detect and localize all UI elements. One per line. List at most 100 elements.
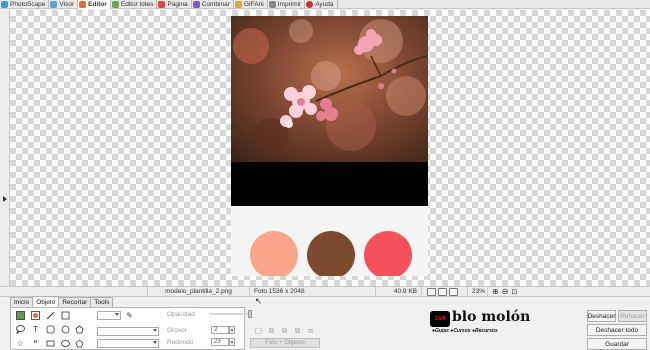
tab-page[interactable]: Página	[157, 0, 192, 9]
logo-mark: ZAN	[430, 311, 450, 327]
status-dimensions: Foto 1536 x 2048	[250, 286, 376, 297]
group-icon[interactable]: ⧈	[306, 326, 315, 335]
undo-button[interactable]: Deshacer	[587, 310, 616, 322]
tab-label: Editor lotes	[120, 0, 154, 8]
undo-all-button[interactable]: Deshacer todo	[587, 324, 647, 336]
rounded-rect-tool-icon[interactable]	[46, 325, 55, 334]
arrow-style-dropdown[interactable]	[97, 339, 159, 348]
zoom-menu-icon[interactable]: ⊡	[511, 288, 517, 296]
panel-tabs: Inicio Objeto Recortar Tools	[10, 296, 114, 307]
rounded-label: Redondo	[167, 339, 194, 346]
black-band	[231, 162, 428, 206]
opacity-slider-track[interactable]	[209, 313, 251, 315]
dropdown-arrow-icon	[115, 313, 119, 316]
polygon-tool-icon[interactable]	[75, 325, 84, 334]
photoscape-icon	[1, 0, 8, 8]
send-back-icon[interactable]: ⧉	[293, 326, 302, 335]
batch-editor-icon	[111, 0, 119, 8]
object-tools-panel: T ☆ “ ✎ Opacidad Grosor 2 ▴ Redondo 23 ▴	[10, 307, 252, 350]
rounded-stepper[interactable]: ▴	[229, 338, 235, 346]
brand-logo: ZAN blo molón ●Guías ●Cursos ●Recursos	[430, 309, 540, 341]
blossom-photo	[231, 16, 428, 162]
tab-help[interactable]: Ayuda	[305, 0, 338, 9]
zoom-out-icon[interactable]: ⊖	[502, 287, 509, 296]
thickness-label: Grosor	[167, 327, 187, 334]
fit-screen-icon[interactable]	[449, 287, 458, 296]
ellipse-tool-icon[interactable]	[61, 339, 70, 348]
help-icon	[306, 0, 314, 8]
dropdown-arrow-icon	[153, 329, 157, 332]
zoom-controls: ⊕ ⊖ ⊡	[488, 287, 521, 297]
edited-image[interactable]	[231, 16, 428, 276]
tab-label: GIFAni	[243, 0, 264, 8]
status-filesize: 40.9 KB	[376, 286, 422, 297]
rectangle-tool-icon[interactable]	[61, 311, 70, 320]
bring-front-icon[interactable]: ⧉	[280, 326, 289, 335]
tab-label: Combinar	[201, 0, 230, 8]
line-tool-icon[interactable]	[46, 311, 55, 320]
viewer-icon	[50, 0, 58, 8]
dropdown-arrow-icon	[153, 341, 157, 344]
zoom-in-icon[interactable]: ⊕	[492, 287, 499, 296]
thickness-input[interactable]: 2	[211, 326, 229, 334]
tab-viewer[interactable]: Visor	[49, 0, 79, 9]
opacity-label: Opacidad	[167, 311, 195, 318]
tab-tools[interactable]: Tools	[90, 297, 114, 307]
swatch-brown	[307, 231, 355, 276]
text-tool-icon[interactable]: T	[31, 325, 40, 334]
tab-label: Visor	[59, 0, 75, 8]
expand-arrow-icon	[3, 196, 7, 202]
tab-editor[interactable]: Editor	[78, 0, 111, 9]
status-zoom: 23%	[468, 286, 488, 297]
quote-tool-icon[interactable]: “	[31, 339, 40, 348]
tab-print[interactable]: Imprimir	[268, 0, 306, 9]
save-button[interactable]: Guardar	[587, 338, 647, 350]
status-bar: modelo_plantilla_2.png Foto 1536 x 2048 …	[0, 286, 650, 297]
swatch-peach	[250, 231, 298, 276]
redo-button[interactable]: Rehacer	[618, 310, 647, 322]
tab-home[interactable]: Inicio	[10, 297, 34, 307]
color-palette	[231, 206, 428, 276]
speech-bubble-tool-icon[interactable]	[16, 325, 25, 334]
tab-label: Ayuda	[315, 0, 334, 8]
editor-icon	[79, 0, 87, 8]
view-mode-buttons	[422, 286, 468, 297]
fit-width-icon[interactable]	[427, 287, 436, 296]
tab-label: PhotoScape	[10, 0, 46, 8]
tab-combine[interactable]: Combinar	[192, 0, 234, 9]
side-panel-toggle[interactable]	[0, 10, 10, 286]
logo-mark-text: ZAN	[434, 316, 446, 322]
tab-batch-editor[interactable]: Editor lotes	[111, 0, 158, 9]
select-cursor-icon[interactable]: ↖	[254, 296, 263, 306]
status-filename: modelo_plantilla_2.png	[148, 286, 250, 297]
rectangle-outline-tool-icon[interactable]	[46, 339, 55, 348]
logo-name: blo molón	[452, 309, 531, 325]
tab-photoscape[interactable]: PhotoScape	[0, 0, 50, 9]
pentagon-tool-icon[interactable]	[75, 339, 84, 348]
tab-label: Imprimir	[277, 0, 302, 8]
eyedropper-icon[interactable]: ✎	[125, 311, 134, 320]
printer-icon	[268, 0, 276, 8]
thickness-stepper[interactable]: ▴	[229, 326, 235, 334]
delete-object-icon[interactable]: ▢	[254, 326, 263, 335]
photo-tool-icon[interactable]	[16, 311, 25, 320]
app-tab-bar: PhotoScape Visor Editor Editor lotes Pág…	[0, 0, 650, 9]
symbol-tool-icon[interactable]: ☆	[16, 339, 25, 348]
tab-gifani[interactable]: GIFAni	[234, 0, 268, 9]
combine-icon	[192, 0, 200, 8]
page-icon	[158, 0, 166, 8]
stamp-tool-icon[interactable]	[31, 311, 40, 320]
swatch-coral	[364, 231, 412, 276]
tab-crop[interactable]: Recortar	[58, 297, 92, 307]
status-spacer	[0, 286, 148, 297]
tab-object[interactable]: Objeto	[32, 296, 60, 307]
rounded-input[interactable]: 23	[211, 338, 229, 346]
gifani-icon	[234, 0, 242, 8]
copy-object-icon[interactable]: ⧉	[267, 326, 276, 335]
circle-tool-icon[interactable]	[61, 325, 70, 334]
logo-tagline: ●Guías ●Cursos ●Recursos	[432, 328, 498, 334]
actual-size-icon[interactable]	[438, 287, 447, 296]
photo-objects-button[interactable]: Foto + Objetos	[250, 338, 320, 348]
line-color-dropdown[interactable]	[97, 311, 121, 320]
line-style-dropdown[interactable]	[97, 327, 159, 336]
